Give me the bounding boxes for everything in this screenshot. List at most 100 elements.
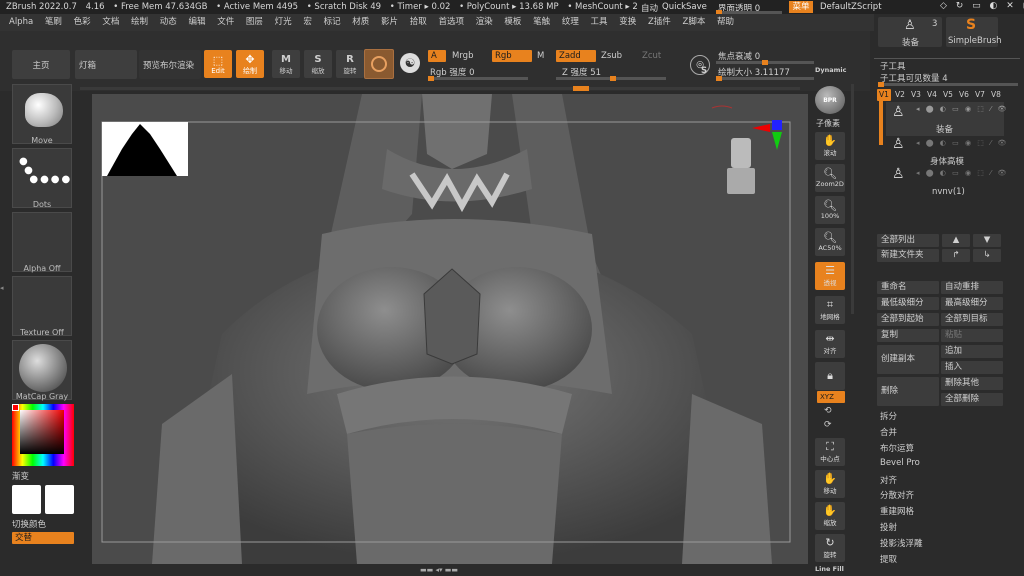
scale-mode-button[interactable]: S 缩放 [304,50,332,78]
linefill-button[interactable]: Line Fill [815,565,844,573]
stroke-thumbnail[interactable]: ● ● ●●●● [12,148,72,208]
model-render[interactable] [92,94,808,564]
menu-help[interactable]: 帮助 [717,14,734,31]
subtool-toggles[interactable]: ◂ ⬤ ◐ ▭ ◉ ⬚ ⁄ 👁︎ [916,169,1008,177]
left-collapse-icon[interactable]: ◂ [0,284,5,304]
list-all-button[interactable]: 全部列出 [877,234,939,247]
subtool-toggles[interactable]: ◂ ⬤ ◐ ▭ ◉ ⬚ ⁄ 👁︎ [916,139,1008,147]
menu-document[interactable]: 文档 [102,14,119,31]
subtool-item[interactable]: ♙ ◂ ⬤ ◐ ▭ ◉ ⬚ ⁄ 👁︎ 装备 [886,102,1006,136]
menu-edit[interactable]: 编辑 [188,14,205,31]
subpixel-label[interactable]: 子像素 [816,118,840,129]
canvas-viewport[interactable] [92,94,808,564]
version-v4[interactable]: V4 [927,90,937,99]
rotate-y-icon[interactable]: ⟲ [824,406,832,416]
secondary-color-swatch[interactable] [45,485,74,514]
menu-draw[interactable]: 绘制 [131,14,148,31]
menu-stroke[interactable]: 笔触 [533,14,550,31]
subtool-scroll-indicator[interactable] [879,101,883,145]
focal-shift-track[interactable] [716,60,814,65]
split-section[interactable]: 拆分 [874,410,897,422]
rgb-toggle[interactable]: Rgb [492,50,532,62]
move-down-button[interactable]: ▼ [973,234,1001,247]
menu-transform[interactable]: 变换 [619,14,636,31]
window-controls[interactable]: ◇ ↻ ▭ ◐ ✕ ▢ ✕ [940,1,1024,11]
boolean-section[interactable]: 布尔运算 [874,442,914,454]
actual-size-button[interactable]: 🔍︎ 100% [815,196,845,224]
draw-size-track[interactable] [716,76,814,81]
subtool-toggles[interactable]: ◂ ⬤ ◐ ▭ ◉ ⬚ ⁄ 👁︎ [916,105,1008,113]
menu-zplugin[interactable]: Z插件 [648,14,671,31]
mrgb-toggle[interactable]: Mrgb [452,51,473,61]
arrange-down-button[interactable]: ↳ [973,249,1001,262]
alternate-button[interactable]: 交替 [12,532,74,544]
project-bas-relief-section[interactable]: 投影浅浮雕 [874,537,923,549]
copy-button[interactable]: 复制 [877,329,939,342]
floor-button[interactable]: ⌗ 地网格 [815,296,845,324]
menu-alpha[interactable]: Alpha [9,14,33,31]
version-v7[interactable]: V7 [975,90,985,99]
simplebrush-thumb[interactable]: S SimpleBrush [946,17,1002,47]
highest-subdiv-button[interactable]: 最高级细分 [941,297,1003,310]
menu-tool[interactable]: 工具 [591,14,608,31]
merge-section[interactable]: 合并 [874,426,897,438]
zsub-toggle[interactable]: Zsub [601,51,622,61]
scroll-button[interactable]: ✋ 滚动 [815,132,845,160]
menu-macro[interactable]: 宏 [303,14,312,31]
menu-preferences[interactable]: 首选项 [438,14,464,31]
menu-light[interactable]: 灯光 [275,14,292,31]
align-section[interactable]: 对齐 [874,474,897,486]
preview-bool-button[interactable]: 预览布尔渲染 [139,50,201,79]
version-v8[interactable]: V8 [991,90,1001,99]
yin-yang-icon[interactable]: ☯ [400,53,420,73]
zcut-toggle[interactable]: Zcut [642,51,661,61]
remesh-section[interactable]: 重建网格 [874,505,914,517]
main-color-swatch[interactable] [12,485,41,514]
edit-button[interactable]: ⬚ Edit [204,50,232,78]
delete-other-button[interactable]: 删除其他 [941,377,1003,390]
menu-stencil[interactable]: 模板 [504,14,521,31]
menu-movie[interactable]: 影片 [381,14,398,31]
version-v5[interactable]: V5 [943,90,953,99]
auto-reorder-button[interactable]: 自动重排 [941,281,1003,294]
duplicate-button[interactable]: 创建副本 [877,345,939,374]
home-button[interactable]: 主页 [12,50,70,79]
half-size-button[interactable]: 🔍︎ AC50% [815,228,845,256]
current-tool-thumb[interactable]: ♙ 3 装备 [878,17,942,48]
subtool-item[interactable]: ♙ ◂ ⬤ ◐ ▭ ◉ ⬚ ⁄ 👁︎ nvnv(1) [886,166,1006,197]
color-picker[interactable] [12,404,74,466]
move-view-button[interactable]: ✋ 移动 [815,470,845,498]
frame-button[interactable]: ⛶ 中心点 [815,438,845,466]
menu-layer[interactable]: 图层 [246,14,263,31]
subtool-item[interactable]: ♙ ◂ ⬤ ◐ ▭ ◉ ⬚ ⁄ 👁︎ 身体高模 [886,136,1006,167]
new-folder-button[interactable]: 新建文件夹 [877,249,939,262]
move-up-button[interactable]: ▲ [942,234,970,247]
s-toggle[interactable]: S [701,66,707,76]
bottom-expand-icon[interactable]: ▬▬ ◂▾ ▬▬ [420,566,458,574]
rename-button[interactable]: 重命名 [877,281,939,294]
version-v6[interactable]: V6 [959,90,969,99]
a-toggle[interactable]: A [428,50,446,62]
xyz-button[interactable]: XYZ [817,391,845,403]
quicksave-button[interactable]: QuickSave [662,2,707,12]
menu-material[interactable]: 材质 [352,14,369,31]
version-v2[interactable]: V2 [895,90,905,99]
version-v1[interactable]: V1 [877,89,891,101]
scale-view-button[interactable]: ✋ 缩放 [815,502,845,530]
zadd-toggle[interactable]: Zadd [556,50,596,62]
rotate-view-button[interactable]: ↻ 旋转 [815,534,845,562]
menu-file[interactable]: 文件 [217,14,234,31]
default-zscript[interactable]: DefaultZScript [820,2,882,12]
lock-button[interactable]: 🔒︎ [815,362,845,390]
visible-count-track[interactable] [878,82,1018,87]
move-mode-button[interactable]: M 移动 [272,50,300,78]
menu-button[interactable]: 菜单 [789,1,813,13]
right-scrollbar[interactable] [851,84,854,314]
draw-button[interactable]: ✥ 绘制 [236,50,264,78]
paste-button[interactable]: 粘贴 [941,329,1003,342]
rotate-mode-button[interactable]: R 旋转 [336,50,364,78]
menu-zscript[interactable]: Z脚本 [683,14,706,31]
all-to-target-button[interactable]: 全部到目标 [941,313,1003,326]
axis-gizmo-icon[interactable] [752,120,782,160]
material-swatch[interactable] [364,49,394,79]
